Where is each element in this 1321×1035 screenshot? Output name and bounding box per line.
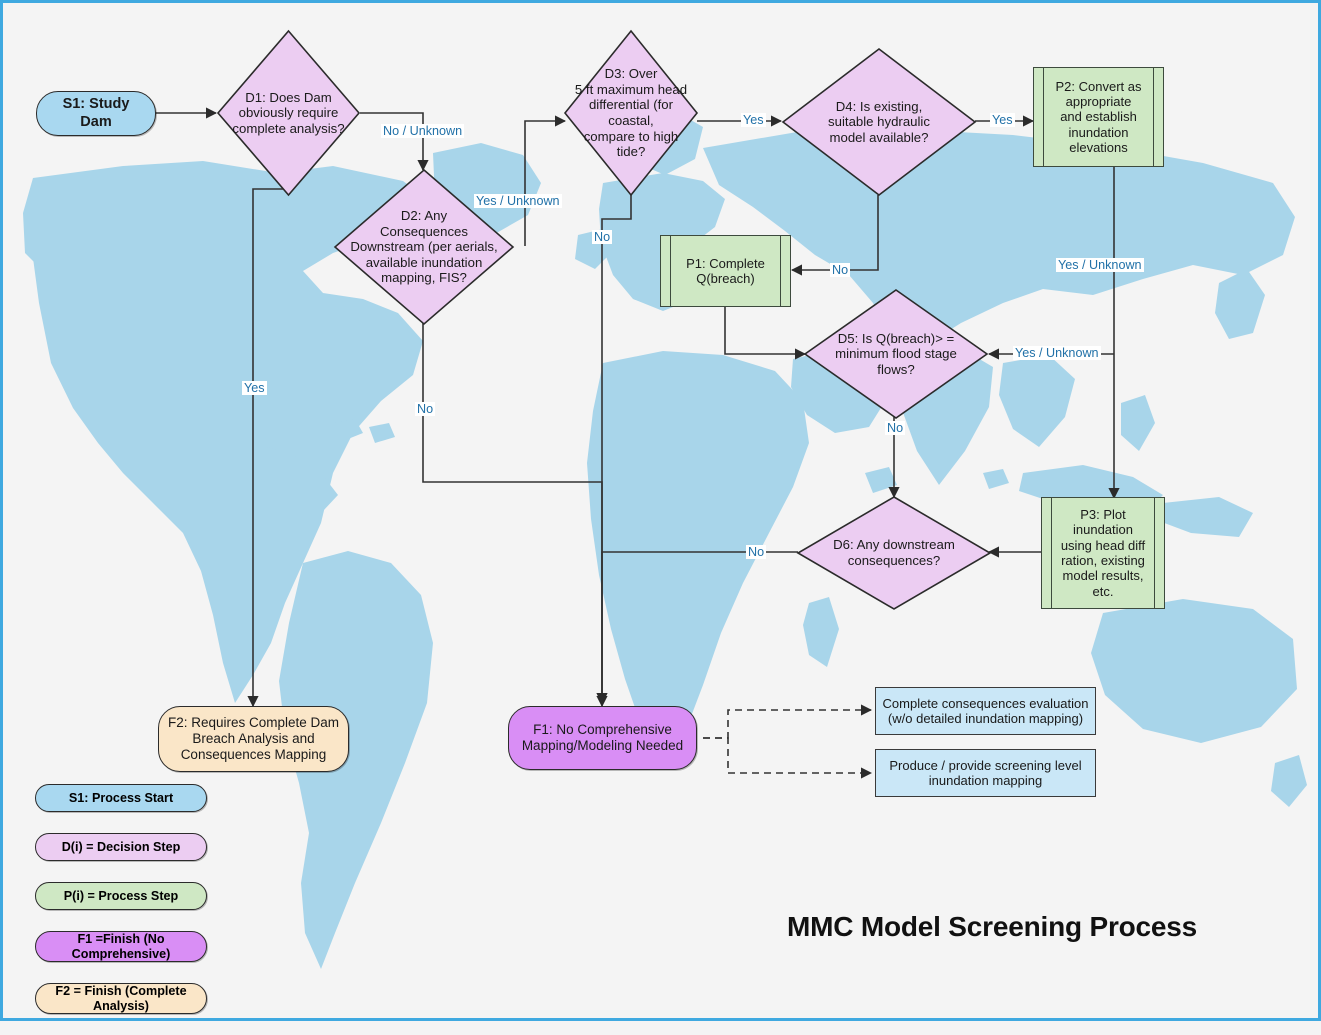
legend-item-label: P(i) = Process Step	[63, 888, 179, 903]
edge-label-d4-yes: Yes	[990, 113, 1015, 127]
edge-label-d3-yes: Yes	[741, 113, 766, 127]
edge-label-d5-no: No	[885, 421, 906, 435]
edge-label-d3-no: No	[592, 230, 613, 244]
edge-label-d1-yes: Yes	[242, 381, 267, 395]
legend-item-finish-complete-analysis: F2 = Finish (Complete Analysis)	[35, 983, 207, 1014]
legend: S1: Process Start D(i) = Decision Step P…	[35, 784, 207, 1035]
legend-item-finish-no-comprehensive: F1 =Finish (No Comprehensive)	[35, 931, 207, 962]
legend-item-label: S1: Process Start	[68, 790, 174, 805]
legend-item-label: D(i) = Decision Step	[61, 839, 181, 854]
legend-item-label: F1 =Finish (No Comprehensive)	[71, 932, 171, 961]
edge-label-d4-no: No	[830, 263, 851, 277]
edge-label-p2-yes-unknown: Yes / Unknown	[1056, 258, 1144, 272]
edge-label-d6-no: No	[746, 545, 767, 559]
legend-item-decision-step: D(i) = Decision Step	[35, 833, 207, 861]
legend-item-process-start: S1: Process Start	[35, 784, 207, 812]
page-title: MMC Model Screening Process	[787, 911, 1198, 942]
legend-item-label: F2 = Finish (Complete Analysis)	[55, 984, 187, 1013]
edge-label-d2-yes-unknown: Yes / Unknown	[474, 194, 562, 208]
edge-label-d1-no-unknown: No / Unknown	[381, 124, 465, 138]
edge-label-d2-no: No	[415, 402, 436, 416]
diagram-canvas: S1: Study Dam D1: Does Dam obviously req…	[0, 0, 1321, 1021]
edge-label-d5-yes-unknown: Yes / Unknown	[1013, 346, 1101, 360]
legend-item-process-step: P(i) = Process Step	[35, 882, 207, 910]
